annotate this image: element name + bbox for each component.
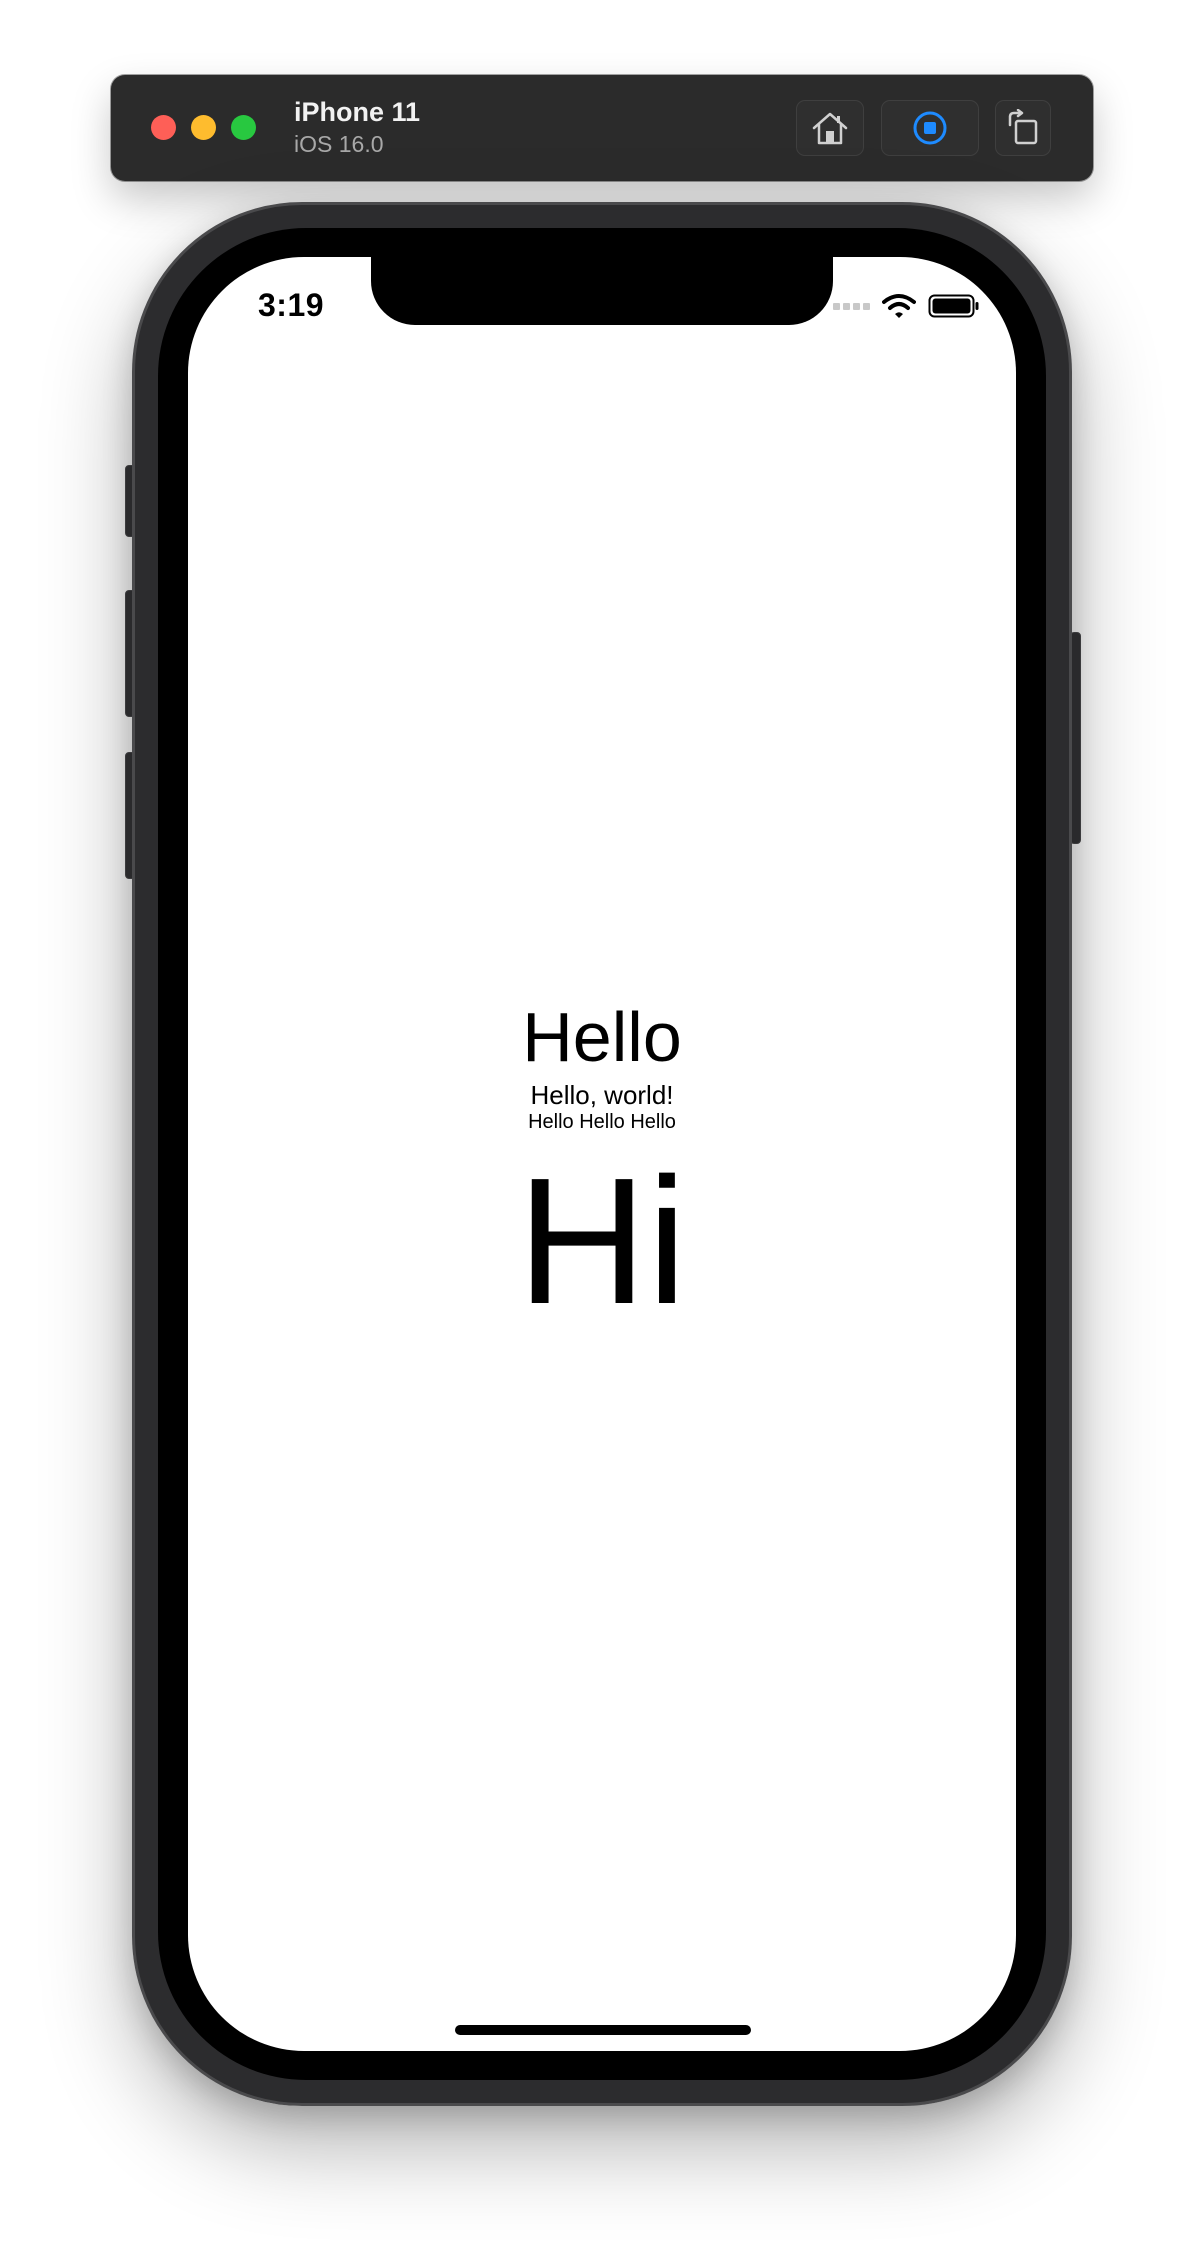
home-button[interactable] — [796, 100, 864, 156]
app-content: Hello Hello, world! Hello Hello Hello Hi — [188, 257, 1016, 2051]
simulator-toolbar: iPhone 11 iOS 16.0 — [111, 75, 1093, 181]
close-window-button[interactable] — [151, 115, 176, 140]
home-icon — [812, 112, 848, 145]
record-button[interactable] — [881, 100, 979, 156]
home-indicator[interactable] — [455, 2025, 751, 2035]
simulator-stage: iPhone 11 iOS 16.0 3:19 Hello Hello, wor… — [0, 0, 1204, 2256]
hello-caption: Hello Hello Hello — [528, 1111, 676, 1133]
rotate-button[interactable] — [995, 100, 1051, 156]
hello-heading: Hello — [522, 998, 682, 1076]
device-name: iPhone 11 — [294, 97, 421, 127]
minimize-window-button[interactable] — [191, 115, 216, 140]
hi-large-text: Hi — [517, 1141, 687, 1342]
rotate-icon — [1008, 109, 1038, 145]
zoom-window-button[interactable] — [231, 115, 256, 140]
os-version: iOS 16.0 — [294, 131, 384, 157]
record-stop-icon — [913, 111, 947, 145]
hello-world-text: Hello, world! — [530, 1080, 674, 1110]
phone-screen: 3:19 Hello Hello, world! Hello Hello Hel… — [188, 257, 1016, 2051]
